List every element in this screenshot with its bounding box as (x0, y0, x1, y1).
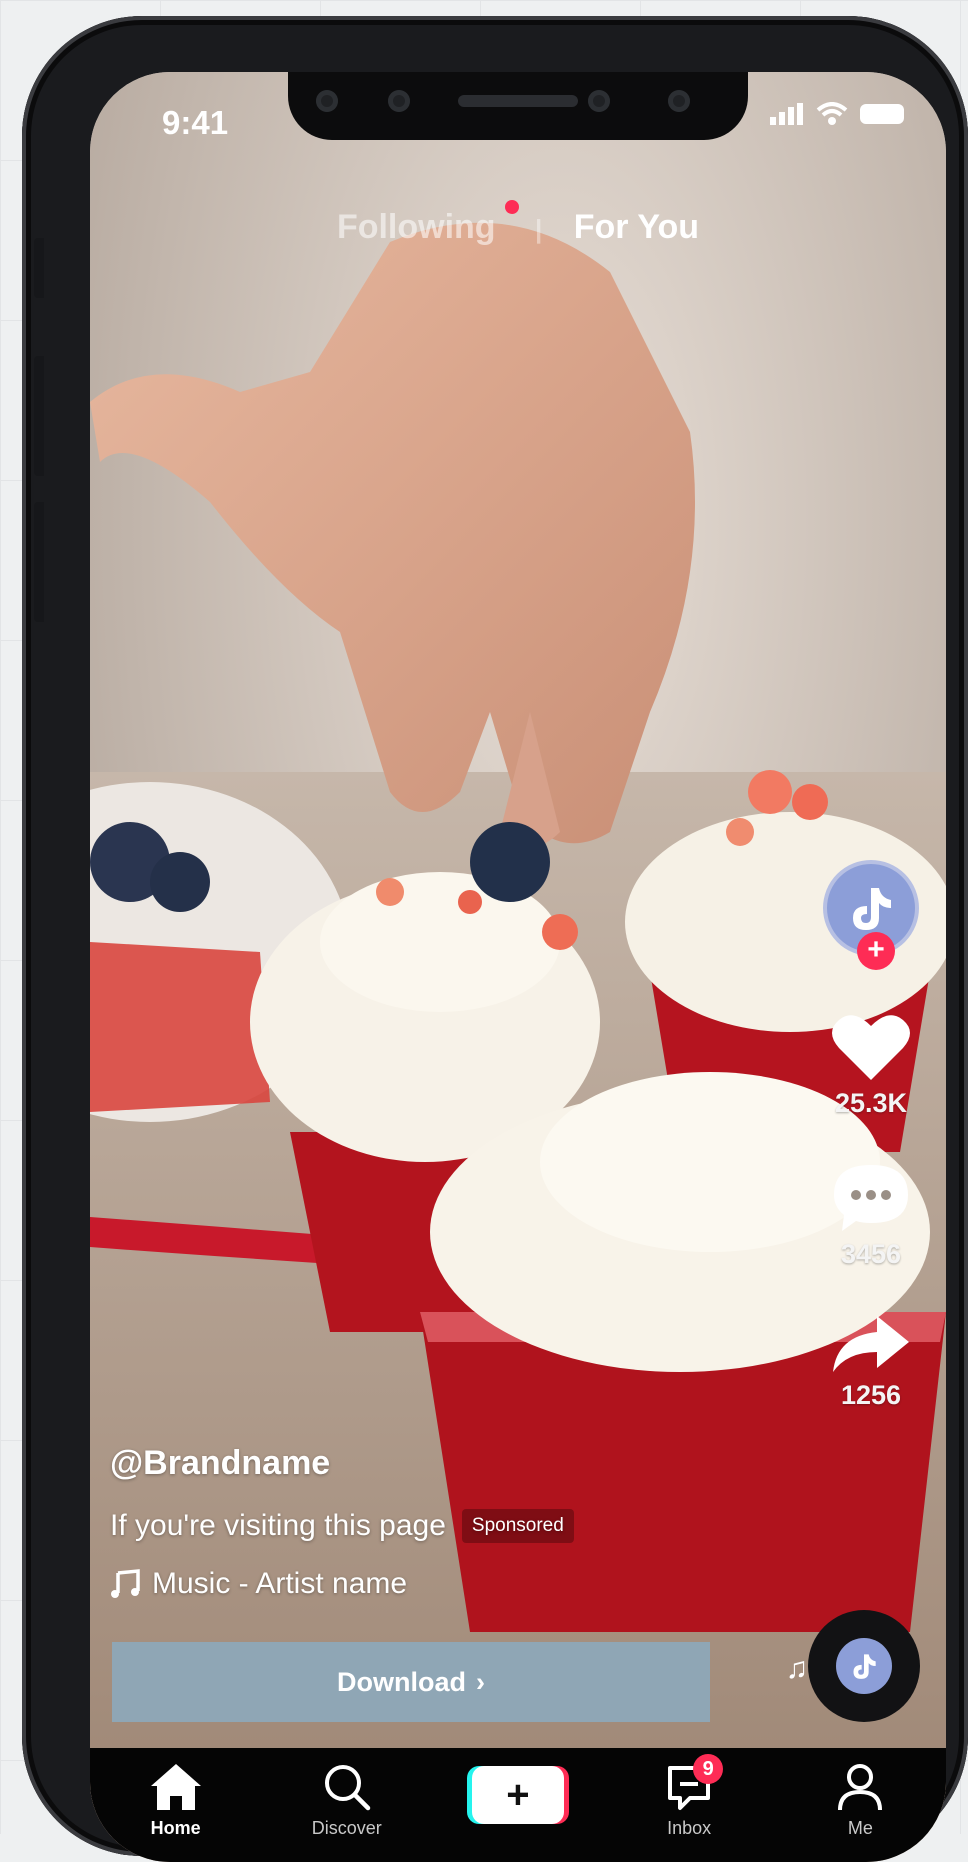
create-button[interactable]: + (471, 1766, 564, 1824)
volume-down-button (34, 502, 44, 622)
volume-up-button (34, 356, 44, 476)
share-count: 1256 (840, 1380, 902, 1410)
tab-following-label: Following (336, 208, 496, 246)
username[interactable]: @Brandname (110, 1444, 574, 1483)
music-note-icon (111, 1569, 140, 1598)
nav-home[interactable]: Home (106, 1762, 246, 1839)
music-label: Music - Artist name (152, 1567, 408, 1600)
post-caption: @Brandname If you're visiting this page … (110, 1444, 574, 1601)
comment-button[interactable]: 3456 (832, 1163, 910, 1270)
home-icon (150, 1764, 201, 1810)
inbox-badge: 9 (693, 1754, 724, 1784)
share-button[interactable]: 1256 (831, 1314, 911, 1411)
nav-home-label: Home (150, 1818, 201, 1838)
nav-me-label: Me (847, 1818, 873, 1838)
chevron-right-icon: › (476, 1666, 485, 1697)
comment-icon (834, 1165, 908, 1231)
description-text: If you're visiting this page (110, 1509, 446, 1542)
music-info[interactable]: Music - Artist name (110, 1567, 574, 1601)
battery-icon (860, 104, 904, 124)
tab-separator: | (535, 214, 543, 244)
like-count: 25.3K (834, 1088, 908, 1118)
floating-music-notes-icon: ♫ (785, 1652, 809, 1685)
proximity-sensor-icon (588, 90, 610, 112)
status-icons (770, 102, 904, 126)
feed-tabs: Following | For You (90, 200, 946, 247)
follow-plus-button[interactable]: + (857, 932, 895, 970)
download-label: Download (337, 1666, 466, 1697)
nav-discover[interactable]: Discover (277, 1762, 417, 1839)
share-icon (833, 1316, 909, 1372)
tiktok-logo-icon (853, 1654, 876, 1679)
plus-icon: + (506, 1772, 530, 1817)
profile-icon (838, 1764, 883, 1811)
tab-following[interactable]: Following (336, 200, 520, 246)
screen: 9:41 Following | For You + 25.3K 3456 12… (90, 72, 946, 1862)
music-disc[interactable] (808, 1610, 920, 1722)
status-time: 9:41 (162, 104, 229, 141)
nav-discover-label: Discover (311, 1818, 382, 1838)
comment-count: 3456 (840, 1239, 902, 1269)
nav-inbox-label: Inbox (667, 1818, 712, 1838)
search-icon (324, 1765, 371, 1811)
heart-icon (832, 1015, 910, 1080)
like-button[interactable]: 25.3K (831, 1012, 911, 1119)
disc-avatar (836, 1638, 892, 1694)
nav-inbox[interactable]: 9 Inbox (619, 1754, 759, 1839)
post-description: If you're visiting this page Sponsored (110, 1509, 574, 1543)
action-rail: + 25.3K 3456 1256 (822, 860, 920, 1411)
front-camera-icon (668, 90, 690, 112)
sensor-icon (388, 90, 410, 112)
nav-me[interactable]: Me (790, 1762, 930, 1839)
new-content-dot (505, 200, 520, 214)
notch (288, 72, 748, 140)
download-button[interactable]: Download › (112, 1642, 710, 1722)
signal-icon (770, 103, 803, 125)
camera-icon (316, 90, 338, 112)
creator-avatar[interactable]: + (823, 860, 919, 970)
phone-frame: 9:41 Following | For You + 25.3K 3456 12… (22, 16, 968, 1862)
silent-switch (34, 238, 44, 298)
nav-create[interactable]: + (448, 1762, 588, 1824)
speaker-grille (458, 95, 578, 107)
sponsored-badge: Sponsored (461, 1509, 574, 1543)
bottom-nav: Home Discover + 9 Inbox Me (90, 1748, 946, 1862)
tiktok-logo-icon (853, 888, 891, 930)
wifi-icon (816, 102, 848, 125)
tab-for-you[interactable]: For You (574, 208, 699, 246)
